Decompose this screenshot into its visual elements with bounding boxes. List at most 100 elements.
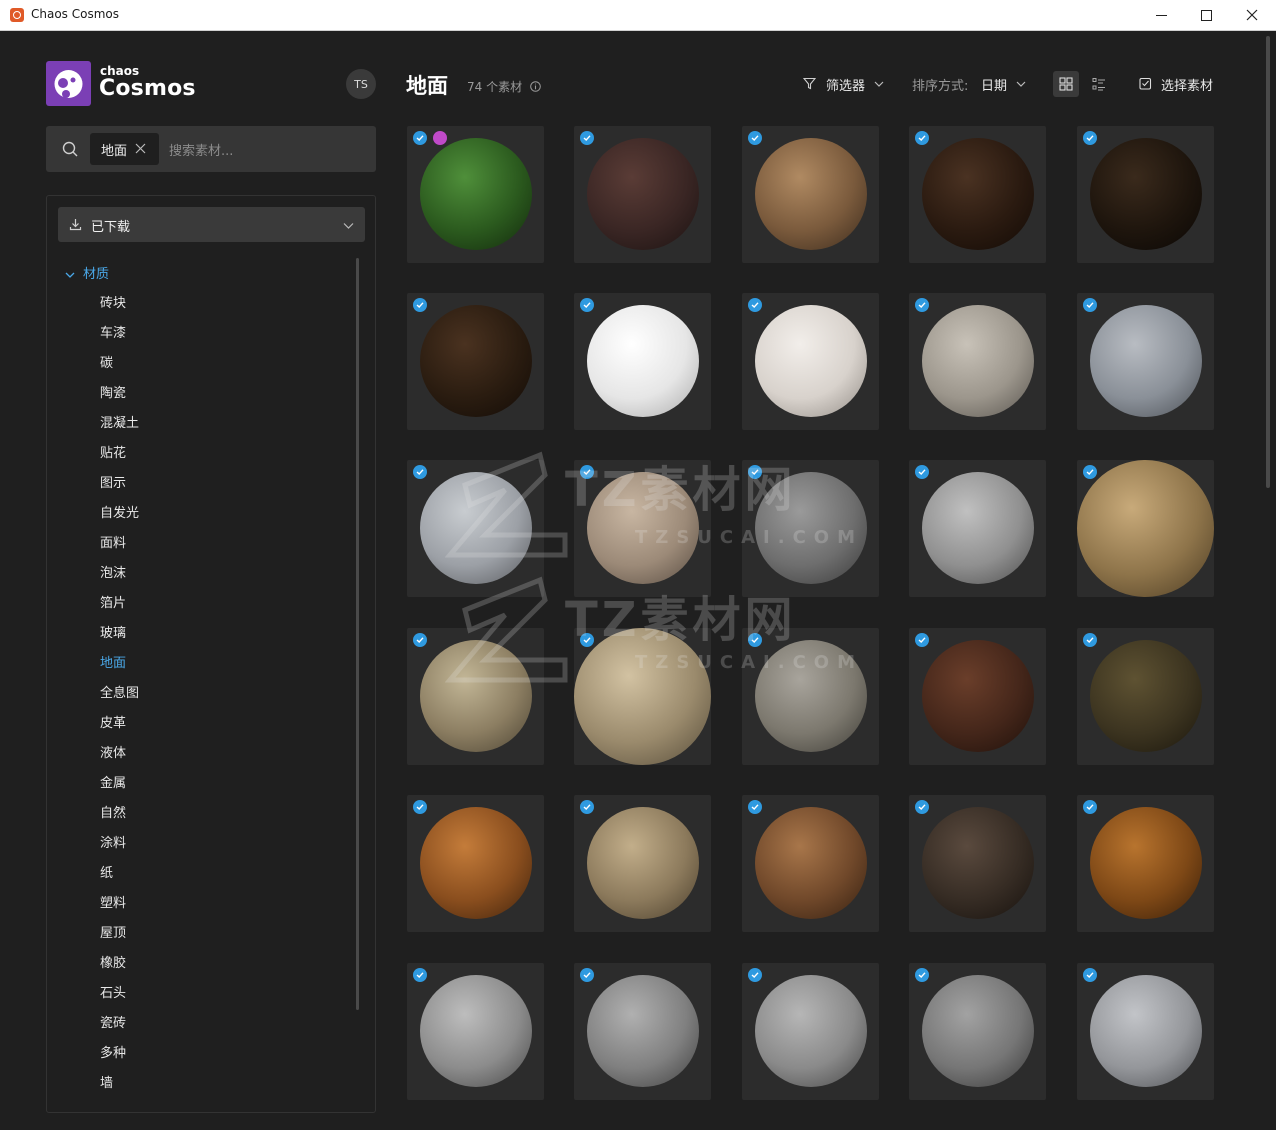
material-preview	[755, 975, 867, 1087]
category-item[interactable]: 屋顶	[100, 924, 139, 954]
sort-label: 排序方式:	[912, 79, 969, 94]
downloaded-check-icon	[580, 968, 594, 982]
sort-dropdown[interactable]: 日期	[981, 75, 1007, 94]
category-item[interactable]: 车漆	[100, 324, 139, 354]
main-scrollbar[interactable]	[1266, 36, 1270, 488]
category-item[interactable]: 箔片	[100, 594, 139, 624]
category-item[interactable]: 全息图	[100, 684, 139, 714]
list-view-icon[interactable]	[1092, 77, 1106, 91]
asset-card[interactable]	[909, 126, 1046, 263]
asset-card[interactable]	[742, 963, 879, 1100]
search-filter-chip[interactable]: 地面	[90, 133, 159, 165]
asset-card[interactable]	[574, 293, 711, 430]
select-assets-button[interactable]: 选择素材	[1161, 75, 1213, 94]
asset-card[interactable]	[909, 795, 1046, 932]
asset-card[interactable]	[909, 628, 1046, 765]
asset-card[interactable]	[574, 460, 711, 597]
downloaded-check-icon	[915, 131, 929, 145]
material-preview	[1090, 975, 1202, 1087]
asset-card[interactable]	[909, 293, 1046, 430]
tree-root-label: 材质	[83, 267, 110, 282]
asset-card[interactable]	[574, 126, 711, 263]
asset-card[interactable]	[909, 460, 1046, 597]
material-preview	[755, 640, 867, 752]
category-item[interactable]: 图示	[100, 474, 139, 504]
expand-arrow-icon	[65, 272, 75, 278]
downloaded-check-icon	[748, 131, 762, 145]
grid-view-button[interactable]	[1053, 71, 1079, 97]
material-preview	[922, 472, 1034, 584]
grid-view-icon	[1059, 77, 1073, 91]
close-button[interactable]	[1229, 0, 1275, 30]
asset-card[interactable]	[1077, 293, 1214, 430]
category-item[interactable]: 混凝土	[100, 414, 139, 444]
category-item[interactable]: 玻璃	[100, 624, 139, 654]
material-preview	[420, 807, 532, 919]
category-item[interactable]: 涂料	[100, 834, 139, 864]
category-item[interactable]: 金属	[100, 774, 139, 804]
category-item[interactable]: 橡胶	[100, 954, 139, 984]
category-item[interactable]: 瓷砖	[100, 1014, 139, 1044]
category-item[interactable]: 贴花	[100, 444, 139, 474]
maximize-button[interactable]	[1183, 0, 1229, 30]
category-list: 砖块 车漆碳陶瓷 混凝土 贴花 图示 自发光 面料 泡沫 箔片 玻璃 地面 全息图 皮革 液体 金属 自然 涂料…	[100, 294, 139, 1104]
asset-card[interactable]	[574, 963, 711, 1100]
category-item[interactable]: 陶瓷	[100, 384, 139, 414]
asset-card[interactable]	[742, 293, 879, 430]
cosmos-logo	[46, 61, 91, 106]
filter-button[interactable]: 筛选器	[826, 75, 865, 94]
search-input[interactable]: 搜索素材...	[169, 140, 233, 159]
category-item[interactable]: 面料	[100, 534, 139, 564]
asset-card[interactable]	[742, 628, 879, 765]
category-item[interactable]: 墙	[100, 1074, 139, 1104]
category-item[interactable]: 纸	[100, 864, 139, 894]
asset-card[interactable]	[407, 963, 544, 1100]
sidebar-scrollbar[interactable]	[356, 258, 359, 1010]
asset-card[interactable]	[574, 628, 711, 765]
material-preview	[755, 138, 867, 250]
category-item[interactable]: 皮革	[100, 714, 139, 744]
select-assets-icon	[1139, 77, 1152, 90]
category-item[interactable]: 自然	[100, 804, 139, 834]
category-item[interactable]: 多种	[100, 1044, 139, 1074]
category-item[interactable]: 泡沫	[100, 564, 139, 594]
downloaded-check-icon	[580, 633, 594, 647]
asset-card[interactable]	[407, 293, 544, 430]
filter-icon	[803, 77, 816, 90]
download-icon	[69, 219, 82, 231]
category-item[interactable]: 塑料	[100, 894, 139, 924]
downloaded-check-icon	[413, 633, 427, 647]
info-icon[interactable]	[530, 81, 541, 92]
asset-card[interactable]	[909, 963, 1046, 1100]
asset-card[interactable]	[1077, 628, 1214, 765]
category-item[interactable]: 地面	[100, 654, 139, 684]
asset-card[interactable]	[1077, 795, 1214, 932]
asset-card[interactable]	[407, 460, 544, 597]
minimize-button[interactable]	[1138, 0, 1184, 30]
asset-card[interactable]	[1077, 460, 1214, 597]
material-preview	[587, 305, 699, 417]
category-item[interactable]: 碳	[100, 354, 139, 384]
downloaded-check-icon	[1083, 633, 1097, 647]
category-item[interactable]: 液体	[100, 744, 139, 774]
asset-card[interactable]	[407, 628, 544, 765]
category-item[interactable]: 石头	[100, 984, 139, 1014]
asset-card[interactable]	[742, 795, 879, 932]
asset-card[interactable]	[407, 126, 544, 263]
remove-chip-icon[interactable]	[135, 143, 146, 154]
material-preview	[420, 305, 532, 417]
search-bar[interactable]: 地面 搜索素材...	[46, 126, 376, 172]
asset-card[interactable]	[574, 795, 711, 932]
asset-card[interactable]	[742, 126, 879, 263]
asset-card[interactable]	[1077, 963, 1214, 1100]
chip-label: 地面	[101, 143, 128, 159]
source-dropdown[interactable]: 已下载	[58, 207, 365, 242]
user-avatar[interactable]: TS	[346, 69, 376, 99]
tree-root-materials[interactable]: 材质	[65, 263, 109, 282]
asset-card[interactable]	[1077, 126, 1214, 263]
asset-card[interactable]	[407, 795, 544, 932]
downloaded-check-icon	[915, 465, 929, 479]
category-item[interactable]: 自发光	[100, 504, 139, 534]
asset-card[interactable]	[742, 460, 879, 597]
category-item[interactable]: 砖块	[100, 294, 139, 324]
